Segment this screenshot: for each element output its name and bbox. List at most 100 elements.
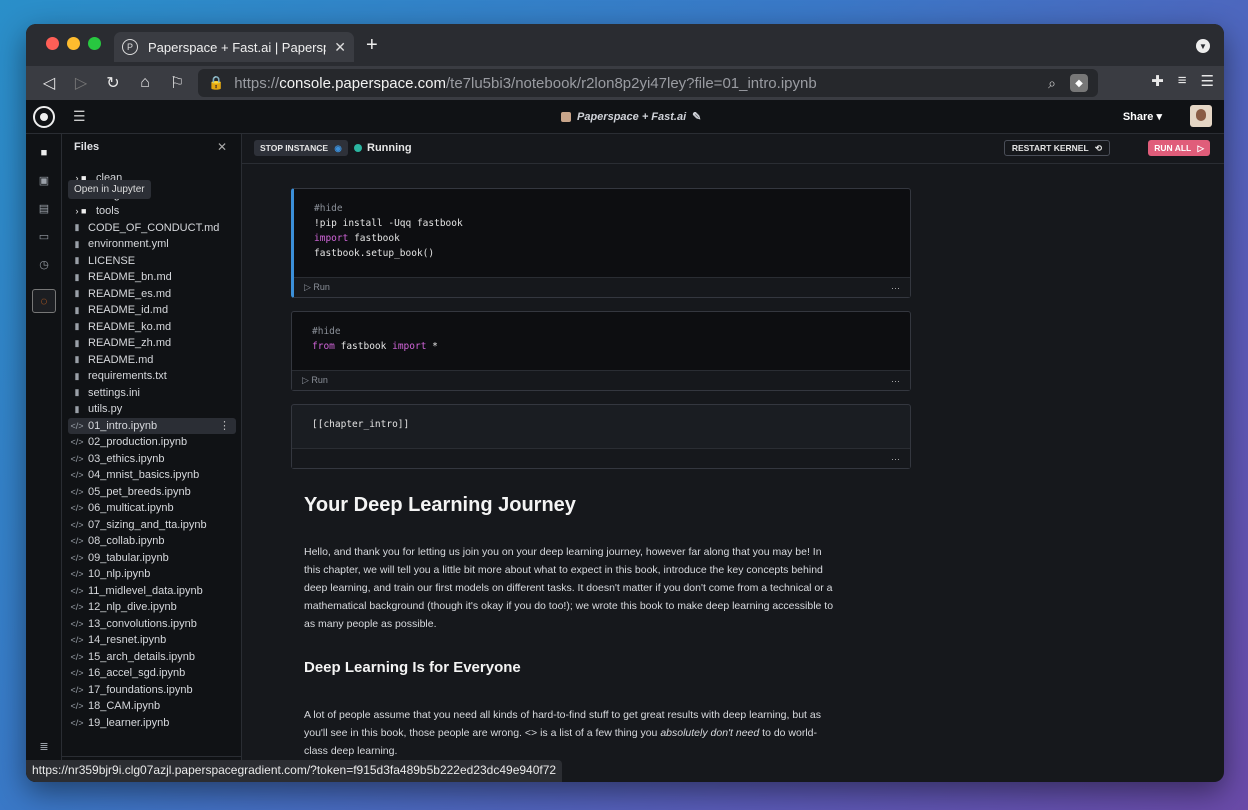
- avatar[interactable]: [1190, 105, 1212, 127]
- file-item[interactable]: </> 01_intro.ipynb ⋮: [68, 417, 236, 434]
- forward-icon[interactable]: ▷: [70, 72, 92, 94]
- file-item[interactable]: </> 16_accel_sgd.ipynb: [68, 665, 236, 682]
- paragraph: Hello, and thank you for letting us join…: [304, 546, 834, 630]
- paperspace-logo-icon[interactable]: [33, 106, 55, 128]
- code-editor[interactable]: #hide from fastbook import *: [292, 312, 910, 370]
- file-item[interactable]: ▮ LICENSE: [68, 253, 236, 270]
- file-item[interactable]: ▮ README_es.md: [68, 286, 236, 303]
- edit-icon[interactable]: ✎: [692, 110, 701, 123]
- menu-icon[interactable]: ☰: [1201, 72, 1214, 90]
- heading-2: Deep Learning Is for Everyone: [304, 659, 521, 676]
- minimize-window-button[interactable]: [67, 37, 80, 50]
- file-item[interactable]: </> 08_collab.ipynb: [68, 533, 236, 550]
- file-item[interactable]: </> 07_sizing_and_tta.ipynb: [68, 517, 236, 534]
- browser-tab[interactable]: P Paperspace + Fast.ai | Paperspa ✕: [114, 32, 354, 62]
- run-button[interactable]: ▷ Run: [302, 375, 328, 386]
- file-item[interactable]: ▮ README_zh.md: [68, 335, 236, 352]
- code-cell[interactable]: #hide !pip install -Uqq fastbook import …: [291, 188, 911, 298]
- file-item[interactable]: </> 18_CAM.ipynb: [68, 698, 236, 715]
- restart-kernel-button[interactable]: RESTART KERNEL ⟲: [1003, 140, 1110, 156]
- code-cell[interactable]: #hide from fastbook import * ▷ Run ···: [291, 311, 911, 391]
- history-icon[interactable]: ◷: [37, 258, 51, 272]
- notebook-icon: </>: [70, 503, 84, 514]
- share-button[interactable]: Share ▾: [1123, 110, 1162, 123]
- file-name: 13_convolutions.ipynb: [88, 617, 197, 630]
- file-item[interactable]: </> 04_mnist_basics.ipynb: [68, 467, 236, 484]
- brave-shield-icon[interactable]: ◆: [1070, 74, 1088, 92]
- markdown-editor[interactable]: [[chapter_intro]]: [292, 405, 910, 448]
- project-title[interactable]: Paperspace + Fast.ai ✎: [561, 110, 701, 123]
- files-header: Files: [74, 141, 100, 153]
- file-icon: ▮: [74, 222, 80, 233]
- file-item[interactable]: </> 14_resnet.ipynb: [68, 632, 236, 649]
- code-editor[interactable]: #hide !pip install -Uqq fastbook import …: [294, 189, 910, 277]
- file-item[interactable]: </> 19_learner.ipynb: [68, 715, 236, 732]
- file-item[interactable]: ▮ environment.yml: [68, 236, 236, 253]
- file-item[interactable]: </> 03_ethics.ipynb: [68, 451, 236, 468]
- file-item[interactable]: ▮ settings.ini: [68, 385, 236, 402]
- file-list: › ■clean› ■images› ■tools▮CODE_OF_CONDUC…: [68, 170, 236, 748]
- file-item[interactable]: ▮ README_id.md: [68, 302, 236, 319]
- jupyter-icon[interactable]: ◌: [32, 289, 56, 313]
- file-item[interactable]: </> 02_production.ipynb: [68, 434, 236, 451]
- file-item[interactable]: ▮ utils.py: [68, 401, 236, 418]
- playlist-icon[interactable]: ≡: [1178, 72, 1187, 90]
- left-rail: ■ ▣ ▤ ▭ ◷ ◌ ≣: [26, 134, 62, 782]
- reload-icon[interactable]: ↻: [102, 72, 124, 94]
- extensions-icon[interactable]: ✚: [1151, 72, 1164, 90]
- notebook-icon: </>: [70, 486, 84, 497]
- close-window-button[interactable]: [46, 37, 59, 50]
- more-icon[interactable]: ···: [891, 376, 900, 386]
- project-title-text: Paperspace + Fast.ai: [577, 110, 687, 123]
- datasets-icon[interactable]: ≣: [37, 740, 51, 754]
- more-icon[interactable]: ⋮: [219, 419, 230, 432]
- run-button[interactable]: ▷ Run: [304, 282, 330, 293]
- back-icon[interactable]: ◁: [38, 72, 60, 94]
- file-item[interactable]: </> 15_arch_details.ipynb: [68, 649, 236, 666]
- zoom-icon[interactable]: ⌕: [1048, 75, 1056, 92]
- new-tab-icon[interactable]: +: [366, 34, 378, 57]
- close-tab-icon[interactable]: ✕: [334, 39, 346, 56]
- file-item[interactable]: </> 13_convolutions.ipynb: [68, 616, 236, 633]
- machine-icon[interactable]: ▣: [37, 174, 51, 188]
- file-item[interactable]: </> 12_nlp_dive.ipynb: [68, 599, 236, 616]
- heading-1: Your Deep Learning Journey: [304, 494, 576, 516]
- terminal-icon[interactable]: ▭: [37, 230, 51, 244]
- maximize-window-button[interactable]: [88, 37, 101, 50]
- docs-icon[interactable]: ▤: [37, 202, 51, 216]
- hamburger-icon[interactable]: ☰: [73, 108, 86, 125]
- file-name: 14_resnet.ipynb: [88, 634, 167, 647]
- file-item[interactable]: </> 06_multicat.ipynb: [68, 500, 236, 517]
- file-item[interactable]: ▮ requirements.txt: [68, 368, 236, 385]
- folder-item[interactable]: › ■ tools: [68, 203, 236, 220]
- file-item[interactable]: ▮ README_ko.md: [68, 319, 236, 336]
- file-item[interactable]: ▮ README.md: [68, 352, 236, 369]
- url-scheme: https://: [234, 74, 280, 92]
- file-name: 09_tabular.ipynb: [88, 551, 169, 564]
- address-bar[interactable]: 🔒 https:// console.paperspace.com /te7lu…: [198, 69, 1098, 97]
- more-icon[interactable]: ···: [891, 454, 900, 464]
- file-item[interactable]: </> 09_tabular.ipynb: [68, 550, 236, 567]
- file-item[interactable]: </> 10_nlp.ipynb: [68, 566, 236, 583]
- code-keyword: from: [312, 341, 335, 352]
- file-icon: ▮: [74, 321, 80, 332]
- run-all-button[interactable]: RUN ALL ▷: [1148, 140, 1210, 156]
- code-line: !pip install -Uqq fastbook: [314, 218, 463, 229]
- restart-icon: ⟲: [1094, 143, 1102, 153]
- folder-icon: › ■: [75, 206, 87, 217]
- file-item[interactable]: </> 11_midlevel_data.ipynb: [68, 583, 236, 600]
- file-item[interactable]: </> 17_foundations.ipynb: [68, 682, 236, 699]
- files-icon[interactable]: ■: [37, 146, 51, 160]
- file-item[interactable]: ▮ CODE_OF_CONDUCT.md: [68, 220, 236, 237]
- bookmark-icon[interactable]: ⚐: [166, 72, 188, 94]
- stop-instance-button[interactable]: STOP INSTANCE ◉: [254, 140, 348, 156]
- close-icon[interactable]: ✕: [217, 140, 227, 154]
- file-name: requirements.txt: [88, 370, 167, 383]
- file-item[interactable]: </> 05_pet_breeds.ipynb: [68, 484, 236, 501]
- more-icon[interactable]: ···: [891, 283, 900, 293]
- home-icon[interactable]: ⌂: [134, 72, 156, 94]
- file-item[interactable]: ▮ README_bn.md: [68, 269, 236, 286]
- tab-menu-icon[interactable]: ▼: [1196, 39, 1210, 53]
- file-name: 02_production.ipynb: [88, 436, 188, 449]
- markdown-cell[interactable]: [[chapter_intro]] ···: [291, 404, 911, 469]
